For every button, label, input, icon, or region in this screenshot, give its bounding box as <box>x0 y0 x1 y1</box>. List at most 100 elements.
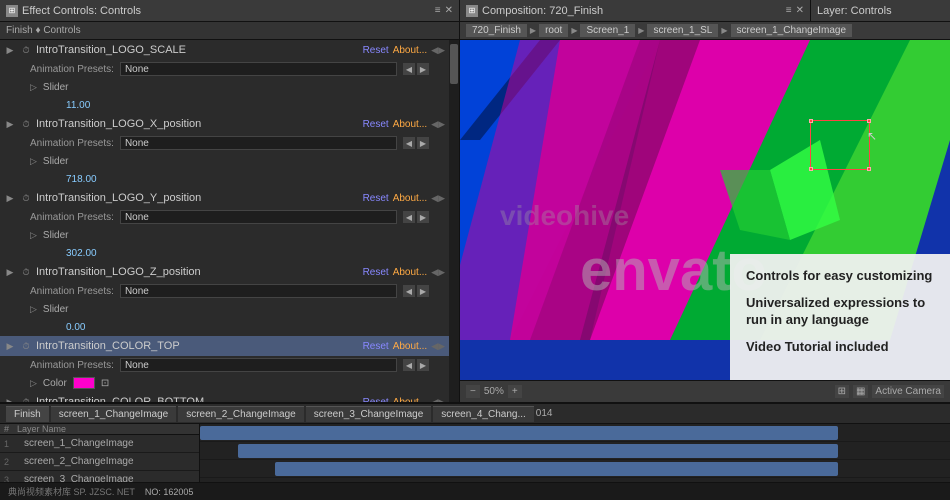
panel-title: Effect Controls: Controls <box>22 5 431 17</box>
slider-label: Slider <box>43 82 69 93</box>
value-row-logo_z: ▷ Slider <box>0 300 449 318</box>
comp-close-btn[interactable]: ✕ <box>796 5 804 16</box>
layer-row-1[interactable]: 2 screen_2_ChangeImage <box>0 453 199 471</box>
breadcrumb-item-1[interactable]: root <box>539 24 568 37</box>
right-panel: ⊞ Composition: 720_Finish ≡ ✕ Layer: Con… <box>460 0 950 402</box>
preset-prev-btn[interactable]: ◀ <box>403 285 415 297</box>
preset-dropdown-logo_x[interactable]: None <box>120 136 397 150</box>
timeline-tracks <box>200 424 950 482</box>
preset-next-btn[interactable]: ▶ <box>417 359 429 371</box>
scrollbar[interactable] <box>449 40 459 402</box>
control-toggle-icon: ▶ <box>4 118 16 130</box>
control-toggle-icon: ▶ <box>4 340 16 352</box>
reset-btn-logo_y[interactable]: Reset <box>363 193 389 204</box>
layer-name-2: screen_3_ChangeImage <box>24 474 195 482</box>
track-bar-0 <box>200 426 838 440</box>
breadcrumb-item-3[interactable]: screen_1_SL <box>647 24 718 37</box>
cursor-icon: ↖ <box>867 129 877 143</box>
about-btn-color_top[interactable]: About... <box>393 341 427 352</box>
control-row-logo_x[interactable]: ▶ ⏱ IntroTransition_LOGO_X_position Rese… <box>0 114 449 134</box>
timeline-tab-4[interactable]: screen_4_Chang... <box>433 406 534 422</box>
comp-icon: ⊞ <box>466 5 478 17</box>
stopwatch-icon: ⏱ <box>20 192 32 204</box>
timeline-tab-2[interactable]: screen_2_ChangeImage <box>178 406 304 422</box>
preset-dropdown-color_top[interactable]: None <box>120 358 397 372</box>
preset-icons: ◀ ▶ <box>403 137 429 149</box>
color-swatch-color_top[interactable] <box>73 377 95 389</box>
control-row-color_top[interactable]: ▶ ⏱ IntroTransition_COLOR_TOP Reset Abou… <box>0 336 449 356</box>
reset-btn-color_top[interactable]: Reset <box>363 341 389 352</box>
panel-icon: ⊞ <box>6 5 18 17</box>
control-row-logo_scale[interactable]: ▶ ⏱ IntroTransition_LOGO_SCALE Reset Abo… <box>0 40 449 60</box>
layer-row-0[interactable]: 1 screen_1_ChangeImage <box>0 435 199 453</box>
about-btn-logo_x[interactable]: About... <box>393 119 427 130</box>
reset-btn-logo_scale[interactable]: Reset <box>363 45 389 56</box>
comp-viewport[interactable]: envato videohive ↖ Controls for easy cus… <box>460 40 950 380</box>
grid-icon[interactable]: ⊞ <box>835 385 849 398</box>
stopwatch-icon: ⏱ <box>20 44 32 56</box>
panel-menu-btn[interactable]: ≡ <box>435 5 441 16</box>
value-display-logo_scale[interactable]: 11.00 <box>66 100 90 111</box>
layer-num-2: 3 <box>4 475 20 483</box>
timeline-tab-1[interactable]: screen_1_ChangeImage <box>51 406 177 422</box>
reset-btn-logo_x[interactable]: Reset <box>363 119 389 130</box>
preset-prev-btn[interactable]: ◀ <box>403 359 415 371</box>
about-btn-logo_y[interactable]: About... <box>393 193 427 204</box>
comp-menu-btn[interactable]: ≡ <box>786 5 792 16</box>
comp-breadcrumb: 720_Finish▶root▶Screen_1▶screen_1_SL▶scr… <box>460 22 950 40</box>
preset-next-btn[interactable]: ▶ <box>417 137 429 149</box>
preset-next-btn[interactable]: ▶ <box>417 285 429 297</box>
timeline-tab-0[interactable]: Finish <box>6 406 49 422</box>
checkerboard-icon[interactable]: ▦ <box>853 385 868 398</box>
zoom-in-btn[interactable]: + <box>508 385 522 398</box>
info-text-1: Universalized expressions to run in any … <box>746 295 934 329</box>
layer-row-2[interactable]: 3 screen_3_ChangeImage <box>0 471 199 482</box>
bottom-controls: ⊞ ▦ Active Camera <box>835 385 944 398</box>
zoom-level: 50% <box>484 386 504 397</box>
slider-label: Slider <box>43 230 69 241</box>
preset-icons: ◀ ▶ <box>403 285 429 297</box>
value-display-logo_x[interactable]: 718.00 <box>66 174 97 185</box>
value-display-row-logo_scale: 11.00 <box>0 96 449 114</box>
preset-dropdown-logo_scale[interactable]: None <box>120 62 397 76</box>
col-num-label: # <box>4 424 9 434</box>
preset-dropdown-logo_y[interactable]: None <box>120 210 397 224</box>
control-label-logo_y: IntroTransition_LOGO_Y_position <box>36 192 359 204</box>
preset-prev-btn[interactable]: ◀ <box>403 63 415 75</box>
preset-row-color_top: Animation Presets: None ◀ ▶ <box>0 356 449 374</box>
preset-label: Animation Presets: <box>30 286 114 297</box>
preset-next-btn[interactable]: ▶ <box>417 211 429 223</box>
id-text: NO: 162005 <box>145 487 194 497</box>
preset-prev-btn[interactable]: ◀ <box>403 137 415 149</box>
breadcrumb-separator: ▶ <box>571 26 577 35</box>
scroll-thumb[interactable] <box>450 44 458 84</box>
preset-label: Animation Presets: <box>30 212 114 223</box>
zoom-out-btn[interactable]: − <box>466 385 480 398</box>
breadcrumb-item-4[interactable]: screen_1_ChangeImage <box>731 24 853 37</box>
preset-dropdown-logo_z[interactable]: None <box>120 284 397 298</box>
value-display-logo_y[interactable]: 302.00 <box>66 248 97 259</box>
status-bar: 典尚视频素材库 SP. JZSC. NET NO: 162005 <box>0 482 950 500</box>
control-row-logo_z[interactable]: ▶ ⏱ IntroTransition_LOGO_Z_position Rese… <box>0 262 449 282</box>
timeline-left-header: # Layer Name <box>0 424 199 435</box>
slider-label: Slider <box>43 304 69 315</box>
selection-box: ↖ <box>810 120 870 170</box>
camera-label[interactable]: Active Camera <box>872 385 944 398</box>
panel-close-btn[interactable]: ✕ <box>445 5 453 16</box>
breadcrumb-item-2[interactable]: Screen_1 <box>580 24 635 37</box>
eyedropper-icon[interactable]: ⊡ <box>101 378 109 389</box>
slider-icon: ▷ <box>30 304 37 315</box>
about-btn-logo_z[interactable]: About... <box>393 267 427 278</box>
about-btn-logo_scale[interactable]: About... <box>393 45 427 56</box>
control-row-logo_y[interactable]: ▶ ⏱ IntroTransition_LOGO_Y_position Rese… <box>0 188 449 208</box>
preset-prev-btn[interactable]: ◀ <box>403 211 415 223</box>
control-row-color_bottom[interactable]: ▶ ⏱ IntroTransition_COLOR_BOTTOM Reset A… <box>0 392 449 402</box>
breadcrumb-item-0[interactable]: 720_Finish <box>466 24 527 37</box>
value-display-logo_z[interactable]: 0.00 <box>66 322 85 333</box>
reset-btn-logo_z[interactable]: Reset <box>363 267 389 278</box>
preset-next-btn[interactable]: ▶ <box>417 63 429 75</box>
arrow-icon-logo_x: ◀▶ <box>431 119 445 130</box>
layer-header: Layer: Controls <box>810 0 950 22</box>
timeline-tab-3[interactable]: screen_3_ChangeImage <box>306 406 432 422</box>
effect-controls-panel: ⊞ Effect Controls: Controls ≡ ✕ Finish ♦… <box>0 0 460 402</box>
